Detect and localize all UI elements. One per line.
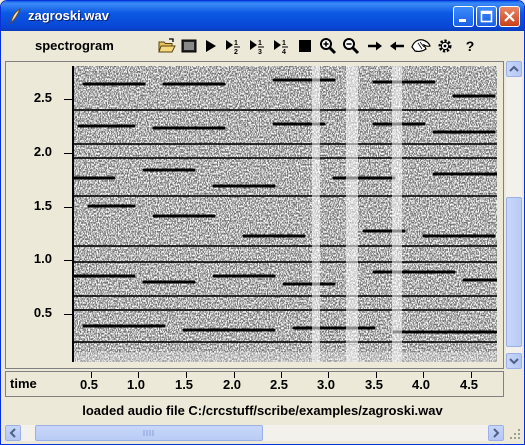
stop-icon[interactable] xyxy=(296,37,314,55)
play-half-speed-icon[interactable]: 1 2 xyxy=(224,37,242,55)
x-tick xyxy=(281,372,282,378)
status-bar: loaded audio file C:/crcstuff/scribe/exa… xyxy=(82,403,443,418)
close-button[interactable] xyxy=(499,6,520,27)
toolbar: spectrogram 1 2 1 3 1 4 ? xyxy=(5,31,520,61)
minimize-button[interactable] xyxy=(453,6,474,27)
svg-text:2: 2 xyxy=(234,49,238,55)
frequency-axis: 2.5 2.0 1.5 1.0 0.5 xyxy=(6,62,72,368)
horizontal-scrollbar[interactable] xyxy=(5,425,504,441)
x-tick-label: 3.0 xyxy=(316,377,336,392)
y-tick xyxy=(64,153,72,154)
x-tick-label: 4.0 xyxy=(411,377,431,392)
y-tick xyxy=(64,207,72,208)
window-title: zagroski.wav xyxy=(28,8,109,23)
resize-grip-icon[interactable] xyxy=(508,427,522,441)
scroll-down-button[interactable] xyxy=(506,353,522,369)
svg-text:1: 1 xyxy=(282,40,286,47)
time-axis: time 0.5 1.0 1.5 2.0 2.5 3.0 3.5 4.0 4.5 xyxy=(5,371,504,397)
gear-icon[interactable] xyxy=(436,37,454,55)
svg-text:1: 1 xyxy=(258,40,262,47)
horizontal-scroll-thumb[interactable] xyxy=(35,425,263,441)
scroll-right-button[interactable] xyxy=(488,425,504,441)
help-icon[interactable]: ? xyxy=(461,38,479,56)
hand-icon[interactable] xyxy=(410,37,432,55)
y-tick-label: 2.5 xyxy=(33,90,52,105)
spectrogram-panel: 2.5 2.0 1.5 1.0 0.5 xyxy=(5,61,504,369)
x-tick-label: 2.0 xyxy=(222,377,242,392)
title-bar[interactable]: zagroski.wav xyxy=(1,1,524,31)
time-axis-title: time xyxy=(10,376,37,391)
y-tick xyxy=(64,99,72,100)
arrow-right-icon[interactable] xyxy=(366,37,384,55)
svg-text:4: 4 xyxy=(282,49,286,55)
maximize-button[interactable] xyxy=(476,6,497,27)
app-window: zagroski.wav spectrogram 1 2 1 3 1 4 ? 2… xyxy=(0,0,525,445)
x-tick xyxy=(234,372,235,378)
spectrogram-image xyxy=(74,66,497,362)
x-tick-label: 1.0 xyxy=(126,377,146,392)
x-tick xyxy=(91,372,92,378)
x-tick-label: 4.5 xyxy=(459,377,479,392)
x-tick xyxy=(423,372,424,378)
spectrogram-view[interactable] xyxy=(72,66,497,362)
y-tick-label: 1.5 xyxy=(33,198,52,213)
play-icon[interactable] xyxy=(202,37,220,55)
play-third-speed-icon[interactable]: 1 3 xyxy=(248,37,266,55)
y-tick-label: 0.5 xyxy=(33,305,52,320)
scroll-up-button[interactable] xyxy=(506,61,522,77)
svg-text:1: 1 xyxy=(234,40,238,47)
x-tick xyxy=(471,372,472,378)
x-tick-label: 1.5 xyxy=(174,377,194,392)
x-tick-label: 3.5 xyxy=(364,377,384,392)
y-tick-label: 2.0 xyxy=(33,144,52,159)
display-icon[interactable] xyxy=(180,37,198,55)
y-tick-label: 1.0 xyxy=(33,251,52,266)
play-quarter-speed-icon[interactable]: 1 4 xyxy=(272,37,290,55)
view-mode-label: spectrogram xyxy=(35,38,114,53)
vertical-scroll-thumb[interactable] xyxy=(506,197,522,347)
x-tick xyxy=(376,372,377,378)
x-tick-label: 0.5 xyxy=(79,377,99,392)
svg-text:3: 3 xyxy=(258,49,262,55)
zoom-out-icon[interactable] xyxy=(342,37,360,55)
x-tick xyxy=(328,372,329,378)
zoom-in-icon[interactable] xyxy=(319,37,337,55)
arrow-left-icon[interactable] xyxy=(388,37,406,55)
y-tick xyxy=(64,260,72,261)
vertical-scrollbar[interactable] xyxy=(506,61,522,369)
open-icon[interactable] xyxy=(158,37,176,55)
x-tick-label: 2.5 xyxy=(269,377,289,392)
x-tick xyxy=(138,372,139,378)
y-tick xyxy=(64,314,72,315)
x-tick xyxy=(186,372,187,378)
scroll-left-button[interactable] xyxy=(5,425,21,441)
feather-icon xyxy=(10,8,21,24)
